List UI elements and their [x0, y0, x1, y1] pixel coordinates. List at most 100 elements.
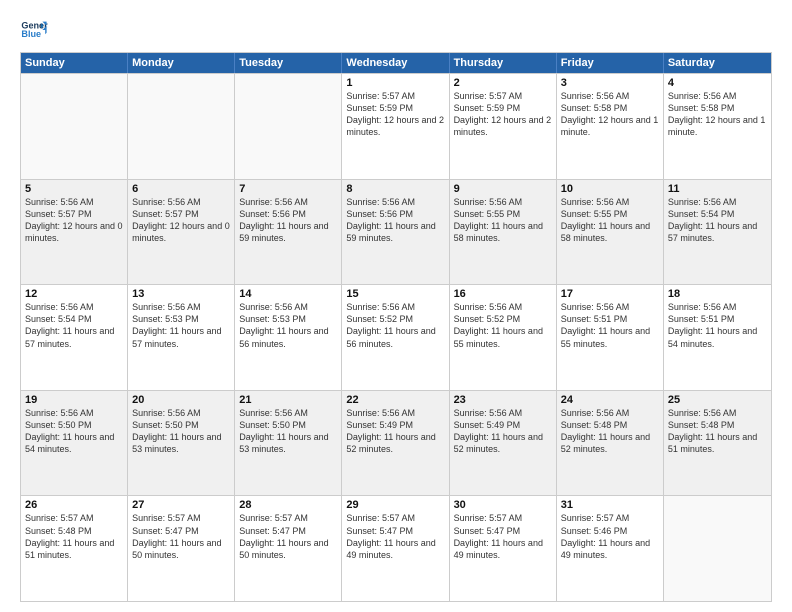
day-number: 24: [561, 394, 659, 406]
calendar-cell-31: 31Sunrise: 5:57 AM Sunset: 5:46 PM Dayli…: [557, 496, 664, 601]
calendar-cell-8: 8Sunrise: 5:56 AM Sunset: 5:56 PM Daylig…: [342, 180, 449, 285]
day-number: 25: [668, 394, 767, 406]
day-number: 18: [668, 288, 767, 300]
cell-info: Sunrise: 5:56 AM Sunset: 5:48 PM Dayligh…: [668, 407, 767, 456]
calendar-cell-empty-6: [664, 496, 771, 601]
day-number: 6: [132, 183, 230, 195]
calendar-cell-29: 29Sunrise: 5:57 AM Sunset: 5:47 PM Dayli…: [342, 496, 449, 601]
calendar-cell-28: 28Sunrise: 5:57 AM Sunset: 5:47 PM Dayli…: [235, 496, 342, 601]
cell-info: Sunrise: 5:56 AM Sunset: 5:49 PM Dayligh…: [346, 407, 444, 456]
day-number: 8: [346, 183, 444, 195]
cell-info: Sunrise: 5:56 AM Sunset: 5:51 PM Dayligh…: [561, 301, 659, 350]
page: General Blue SundayMondayTuesdayWednesda…: [0, 0, 792, 612]
cell-info: Sunrise: 5:56 AM Sunset: 5:55 PM Dayligh…: [561, 196, 659, 245]
calendar: SundayMondayTuesdayWednesdayThursdayFrid…: [20, 52, 772, 602]
svg-text:Blue: Blue: [21, 29, 41, 39]
cell-info: Sunrise: 5:57 AM Sunset: 5:47 PM Dayligh…: [346, 512, 444, 561]
cell-info: Sunrise: 5:57 AM Sunset: 5:59 PM Dayligh…: [346, 90, 444, 139]
calendar-cell-27: 27Sunrise: 5:57 AM Sunset: 5:47 PM Dayli…: [128, 496, 235, 601]
cell-info: Sunrise: 5:56 AM Sunset: 5:52 PM Dayligh…: [346, 301, 444, 350]
day-number: 17: [561, 288, 659, 300]
day-number: 11: [668, 183, 767, 195]
calendar-cell-25: 25Sunrise: 5:56 AM Sunset: 5:48 PM Dayli…: [664, 391, 771, 496]
cell-info: Sunrise: 5:56 AM Sunset: 5:52 PM Dayligh…: [454, 301, 552, 350]
cell-info: Sunrise: 5:56 AM Sunset: 5:50 PM Dayligh…: [132, 407, 230, 456]
calendar-cell-24: 24Sunrise: 5:56 AM Sunset: 5:48 PM Dayli…: [557, 391, 664, 496]
weekday-header-sunday: Sunday: [21, 53, 128, 73]
day-number: 1: [346, 77, 444, 89]
day-number: 27: [132, 499, 230, 511]
cell-info: Sunrise: 5:56 AM Sunset: 5:58 PM Dayligh…: [561, 90, 659, 139]
calendar-cell-13: 13Sunrise: 5:56 AM Sunset: 5:53 PM Dayli…: [128, 285, 235, 390]
day-number: 2: [454, 77, 552, 89]
cell-info: Sunrise: 5:56 AM Sunset: 5:50 PM Dayligh…: [25, 407, 123, 456]
day-number: 4: [668, 77, 767, 89]
calendar-cell-15: 15Sunrise: 5:56 AM Sunset: 5:52 PM Dayli…: [342, 285, 449, 390]
cell-info: Sunrise: 5:56 AM Sunset: 5:50 PM Dayligh…: [239, 407, 337, 456]
day-number: 3: [561, 77, 659, 89]
day-number: 9: [454, 183, 552, 195]
day-number: 14: [239, 288, 337, 300]
calendar-row-4: 19Sunrise: 5:56 AM Sunset: 5:50 PM Dayli…: [21, 390, 771, 496]
cell-info: Sunrise: 5:56 AM Sunset: 5:51 PM Dayligh…: [668, 301, 767, 350]
day-number: 29: [346, 499, 444, 511]
cell-info: Sunrise: 5:56 AM Sunset: 5:58 PM Dayligh…: [668, 90, 767, 139]
day-number: 23: [454, 394, 552, 406]
cell-info: Sunrise: 5:56 AM Sunset: 5:55 PM Dayligh…: [454, 196, 552, 245]
calendar-cell-17: 17Sunrise: 5:56 AM Sunset: 5:51 PM Dayli…: [557, 285, 664, 390]
logo: General Blue: [20, 16, 48, 44]
weekday-header-wednesday: Wednesday: [342, 53, 449, 73]
cell-info: Sunrise: 5:57 AM Sunset: 5:47 PM Dayligh…: [454, 512, 552, 561]
calendar-cell-11: 11Sunrise: 5:56 AM Sunset: 5:54 PM Dayli…: [664, 180, 771, 285]
cell-info: Sunrise: 5:57 AM Sunset: 5:48 PM Dayligh…: [25, 512, 123, 561]
calendar-cell-empty-0: [21, 74, 128, 179]
calendar-body: 1Sunrise: 5:57 AM Sunset: 5:59 PM Daylig…: [21, 73, 771, 601]
calendar-cell-26: 26Sunrise: 5:57 AM Sunset: 5:48 PM Dayli…: [21, 496, 128, 601]
header: General Blue: [20, 16, 772, 44]
calendar-cell-7: 7Sunrise: 5:56 AM Sunset: 5:56 PM Daylig…: [235, 180, 342, 285]
day-number: 13: [132, 288, 230, 300]
cell-info: Sunrise: 5:56 AM Sunset: 5:54 PM Dayligh…: [668, 196, 767, 245]
calendar-cell-16: 16Sunrise: 5:56 AM Sunset: 5:52 PM Dayli…: [450, 285, 557, 390]
calendar-cell-20: 20Sunrise: 5:56 AM Sunset: 5:50 PM Dayli…: [128, 391, 235, 496]
calendar-cell-empty-1: [128, 74, 235, 179]
cell-info: Sunrise: 5:56 AM Sunset: 5:49 PM Dayligh…: [454, 407, 552, 456]
calendar-row-1: 1Sunrise: 5:57 AM Sunset: 5:59 PM Daylig…: [21, 73, 771, 179]
calendar-header: SundayMondayTuesdayWednesdayThursdayFrid…: [21, 53, 771, 73]
day-number: 31: [561, 499, 659, 511]
calendar-cell-14: 14Sunrise: 5:56 AM Sunset: 5:53 PM Dayli…: [235, 285, 342, 390]
cell-info: Sunrise: 5:56 AM Sunset: 5:53 PM Dayligh…: [132, 301, 230, 350]
calendar-cell-2: 2Sunrise: 5:57 AM Sunset: 5:59 PM Daylig…: [450, 74, 557, 179]
calendar-cell-12: 12Sunrise: 5:56 AM Sunset: 5:54 PM Dayli…: [21, 285, 128, 390]
day-number: 5: [25, 183, 123, 195]
day-number: 22: [346, 394, 444, 406]
day-number: 7: [239, 183, 337, 195]
cell-info: Sunrise: 5:56 AM Sunset: 5:57 PM Dayligh…: [132, 196, 230, 245]
calendar-row-2: 5Sunrise: 5:56 AM Sunset: 5:57 PM Daylig…: [21, 179, 771, 285]
calendar-cell-5: 5Sunrise: 5:56 AM Sunset: 5:57 PM Daylig…: [21, 180, 128, 285]
cell-info: Sunrise: 5:56 AM Sunset: 5:56 PM Dayligh…: [239, 196, 337, 245]
calendar-cell-21: 21Sunrise: 5:56 AM Sunset: 5:50 PM Dayli…: [235, 391, 342, 496]
calendar-cell-9: 9Sunrise: 5:56 AM Sunset: 5:55 PM Daylig…: [450, 180, 557, 285]
cell-info: Sunrise: 5:56 AM Sunset: 5:53 PM Dayligh…: [239, 301, 337, 350]
calendar-cell-1: 1Sunrise: 5:57 AM Sunset: 5:59 PM Daylig…: [342, 74, 449, 179]
cell-info: Sunrise: 5:57 AM Sunset: 5:47 PM Dayligh…: [239, 512, 337, 561]
calendar-cell-empty-2: [235, 74, 342, 179]
day-number: 21: [239, 394, 337, 406]
day-number: 26: [25, 499, 123, 511]
calendar-cell-30: 30Sunrise: 5:57 AM Sunset: 5:47 PM Dayli…: [450, 496, 557, 601]
day-number: 16: [454, 288, 552, 300]
calendar-cell-4: 4Sunrise: 5:56 AM Sunset: 5:58 PM Daylig…: [664, 74, 771, 179]
day-number: 12: [25, 288, 123, 300]
calendar-cell-10: 10Sunrise: 5:56 AM Sunset: 5:55 PM Dayli…: [557, 180, 664, 285]
cell-info: Sunrise: 5:56 AM Sunset: 5:57 PM Dayligh…: [25, 196, 123, 245]
calendar-row-5: 26Sunrise: 5:57 AM Sunset: 5:48 PM Dayli…: [21, 495, 771, 601]
weekday-header-monday: Monday: [128, 53, 235, 73]
cell-info: Sunrise: 5:56 AM Sunset: 5:48 PM Dayligh…: [561, 407, 659, 456]
day-number: 10: [561, 183, 659, 195]
day-number: 30: [454, 499, 552, 511]
cell-info: Sunrise: 5:57 AM Sunset: 5:46 PM Dayligh…: [561, 512, 659, 561]
calendar-cell-19: 19Sunrise: 5:56 AM Sunset: 5:50 PM Dayli…: [21, 391, 128, 496]
cell-info: Sunrise: 5:56 AM Sunset: 5:56 PM Dayligh…: [346, 196, 444, 245]
day-number: 15: [346, 288, 444, 300]
